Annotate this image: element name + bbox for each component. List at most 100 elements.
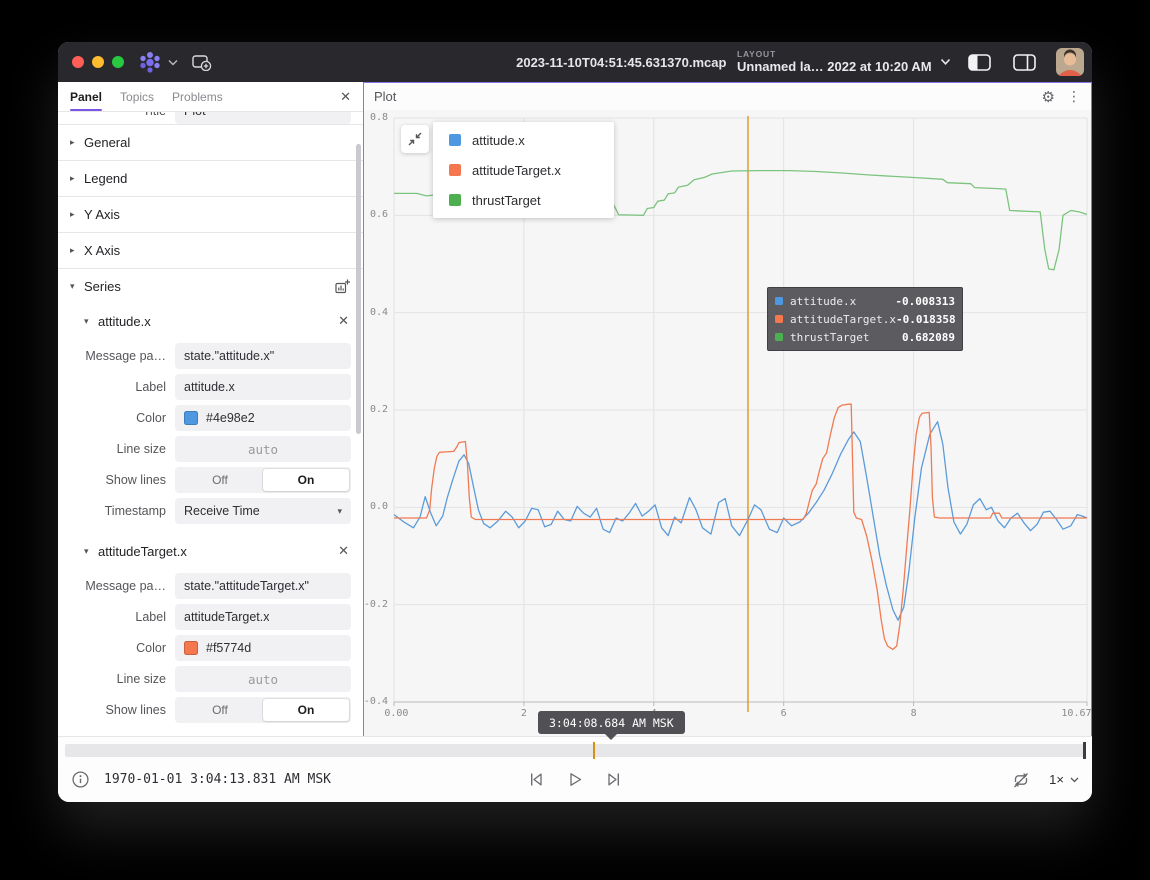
left-sidebar-icon xyxy=(968,54,991,71)
color-input[interactable]: #4e98e2 xyxy=(175,405,351,431)
line-size-input[interactable]: auto xyxy=(175,666,351,692)
title-field-input[interactable]: Plot xyxy=(175,112,351,124)
label-label: Label xyxy=(58,380,175,394)
chevron-down-icon xyxy=(168,59,178,66)
section-y-axis[interactable]: ▸ Y Axis xyxy=(58,196,363,232)
seek-forward-button[interactable] xyxy=(605,770,624,789)
message-path-input[interactable]: state."attitude.x" xyxy=(175,343,351,369)
legend-swatch xyxy=(449,164,461,176)
label-label: Label xyxy=(58,610,175,624)
playback-bar: 1970-01-01 3:04:13.831 AM MSK xyxy=(58,736,1092,802)
collapse-legend-icon xyxy=(407,131,423,147)
hover-time-tooltip: 3:04:08.684 AM MSK xyxy=(538,711,685,734)
add-series-button[interactable] xyxy=(334,278,351,295)
minimize-window-button[interactable] xyxy=(92,56,104,68)
section-legend[interactable]: ▸ Legend xyxy=(58,160,363,196)
tooltip-row: thrustTarget0.682089 xyxy=(775,328,955,346)
series-header-attitude-target-x[interactable]: ▾ attitudeTarget.x ✕ xyxy=(58,534,363,568)
remove-series-icon[interactable]: ✕ xyxy=(338,313,349,329)
seek-backward-button[interactable] xyxy=(527,770,546,789)
right-sidebar-icon xyxy=(1013,54,1036,71)
line-size-label: Line size xyxy=(58,442,175,456)
section-general[interactable]: ▸ General xyxy=(58,124,363,160)
tooltip-row: attitude.x-0.008313 xyxy=(775,292,955,310)
legend-item[interactable]: attitudeTarget.x xyxy=(433,155,614,185)
remove-series-icon[interactable]: ✕ xyxy=(338,543,349,559)
tab-topics[interactable]: Topics xyxy=(120,82,154,111)
line-size-input[interactable]: auto xyxy=(175,436,351,462)
label-input[interactable]: attitude.x xyxy=(175,374,351,400)
tooltip-swatch xyxy=(775,333,783,341)
hover-time-text: 3:04:08.684 AM MSK xyxy=(549,716,674,730)
playback-speed-value: 1× xyxy=(1049,772,1064,787)
show-lines-on[interactable]: On xyxy=(263,469,349,491)
toggle-left-sidebar-button[interactable] xyxy=(968,54,991,71)
user-avatar[interactable] xyxy=(1056,48,1084,76)
section-x-axis[interactable]: ▸ X Axis xyxy=(58,232,363,268)
plot-legend[interactable]: attitude.x attitudeTarget.x thrustTarget xyxy=(433,122,614,218)
tab-panel[interactable]: Panel xyxy=(70,82,102,111)
tab-problems[interactable]: Problems xyxy=(172,82,223,111)
close-window-button[interactable] xyxy=(72,56,84,68)
collapse-legend-button[interactable] xyxy=(401,125,429,153)
layout-selector[interactable]: LAYOUT Unnamed la… 2022 at 10:20 AM xyxy=(737,50,951,74)
chart-area[interactable]: 0.80.60.40.20.0-0.2-0.4 0.00246810.67 at… xyxy=(364,110,1091,736)
loop-playback-button[interactable] xyxy=(1011,770,1031,790)
color-label: Color xyxy=(58,411,175,425)
hover-data-tooltip: attitude.x-0.008313attitudeTarget.x-0.01… xyxy=(767,287,963,351)
y-axis-labels: 0.80.60.40.20.0-0.2-0.4 xyxy=(364,118,391,702)
legend-item[interactable]: thrustTarget xyxy=(433,185,614,215)
current-timestamp: 1970-01-01 3:04:13.831 AM MSK xyxy=(104,772,331,787)
titlebar: 2023-11-10T04:51:45.631370.mcap LAYOUT U… xyxy=(58,42,1092,82)
legend-item[interactable]: attitude.x xyxy=(433,125,614,155)
color-input[interactable]: #f5774d xyxy=(175,635,351,661)
chevron-down-icon xyxy=(940,58,951,66)
close-sidebar-icon[interactable]: ✕ xyxy=(340,89,351,105)
show-lines-toggle: Off On xyxy=(175,467,351,493)
label-input[interactable]: attitudeTarget.x xyxy=(175,604,351,630)
color-swatch[interactable] xyxy=(184,641,198,655)
timeline-scrubber[interactable] xyxy=(65,744,1086,757)
chevron-right-icon: ▸ xyxy=(70,245,84,256)
show-lines-off[interactable]: Off xyxy=(177,469,263,491)
plot-panel-header: Plot ⚙ ⋮ xyxy=(364,83,1091,110)
maximize-window-button[interactable] xyxy=(112,56,124,68)
layout-name: Unnamed la… 2022 at 10:20 AM xyxy=(737,60,932,74)
chevron-down-icon: ▾ xyxy=(84,316,98,327)
color-swatch[interactable] xyxy=(184,411,198,425)
tooltip-swatch xyxy=(775,315,783,323)
message-path-label: Message pa… xyxy=(58,579,175,593)
show-lines-label: Show lines xyxy=(58,703,175,717)
panel-menu-kebab-icon[interactable]: ⋮ xyxy=(1067,89,1081,105)
timestamp-select[interactable]: Receive Time ▾ xyxy=(175,498,351,524)
play-button[interactable] xyxy=(566,770,585,789)
add-series-icon xyxy=(334,278,351,295)
chevron-right-icon: ▸ xyxy=(70,173,84,184)
section-series[interactable]: ▾ Series xyxy=(58,268,363,304)
show-lines-off[interactable]: Off xyxy=(177,699,263,721)
show-lines-on[interactable]: On xyxy=(263,699,349,721)
toggle-right-sidebar-button[interactable] xyxy=(1013,54,1036,71)
chevron-down-icon: ▾ xyxy=(70,281,84,292)
playback-speed-select[interactable]: 1× xyxy=(1049,772,1079,787)
seek-forward-icon xyxy=(605,770,624,789)
panel-settings-gear-icon[interactable]: ⚙ xyxy=(1042,88,1055,106)
info-icon xyxy=(71,770,90,789)
data-source-info-button[interactable] xyxy=(71,770,90,789)
chevron-right-icon: ▸ xyxy=(70,209,84,220)
data-source-title[interactable]: 2023-11-10T04:51:45.631370.mcap xyxy=(516,55,726,70)
series-header-attitude-x[interactable]: ▾ attitude.x ✕ xyxy=(58,304,363,338)
sidebar-scrollbar[interactable] xyxy=(356,144,361,434)
plot-panel[interactable]: Plot ⚙ ⋮ 0.80.60.40.20.0-0.2-0.4 0.00246… xyxy=(363,82,1092,737)
line-size-label: Line size xyxy=(58,672,175,686)
add-panel-icon xyxy=(192,54,212,71)
app-menu-button[interactable] xyxy=(138,51,178,73)
tooltip-swatch xyxy=(775,297,783,305)
add-panel-button[interactable] xyxy=(192,54,212,71)
sidebar-tabbar: Panel Topics Problems ✕ xyxy=(58,82,363,112)
show-lines-label: Show lines xyxy=(58,473,175,487)
message-path-input[interactable]: state."attitudeTarget.x" xyxy=(175,573,351,599)
legend-series-name: attitudeTarget.x xyxy=(472,163,561,178)
panel-settings-sidebar: Panel Topics Problems ✕ Title Plot ▸ Gen… xyxy=(58,82,363,737)
app-window: 2023-11-10T04:51:45.631370.mcap LAYOUT U… xyxy=(58,42,1092,802)
